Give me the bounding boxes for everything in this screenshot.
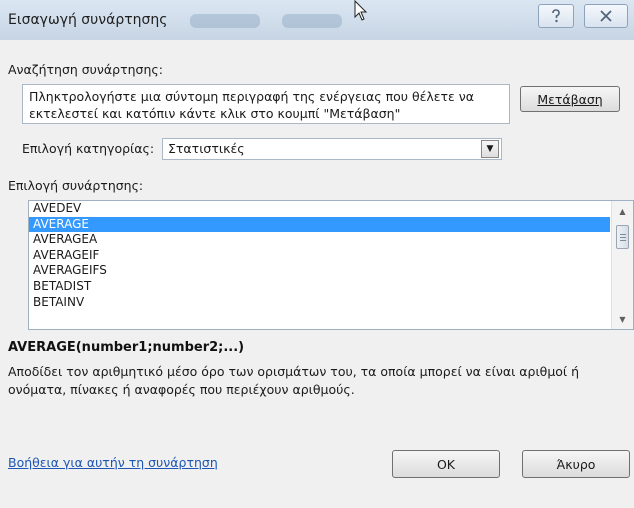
function-list-item[interactable]: AVERAGEIFS <box>29 263 610 279</box>
scroll-up-arrow-icon[interactable]: ▲ <box>612 203 633 219</box>
dialog-title: Εισαγωγή συνάρτησης <box>8 12 168 28</box>
help-button[interactable] <box>538 4 574 28</box>
ok-button[interactable]: OK <box>392 450 500 478</box>
function-description: Αποδίδει τον αριθμητικό μέσο όρο των ορι… <box>8 364 580 397</box>
category-selected-value: Στατιστικές <box>168 141 245 156</box>
title-blur <box>282 14 342 28</box>
title-bar: Εισαγωγή συνάρτησης <box>0 0 634 40</box>
function-listbox[interactable]: AVEDEV AVERAGE AVERAGEA AVERAGEIF AVERAGEIFS… <box>28 200 634 330</box>
dropdown-arrow-icon[interactable]: ▼ <box>481 140 499 158</box>
close-button[interactable] <box>584 4 628 28</box>
function-list-item[interactable]: AVERAGE <box>29 216 610 233</box>
function-list-item[interactable]: AVERAGEA <box>29 232 610 248</box>
function-list-label: Επιλογή συνάρτησης: <box>8 178 144 193</box>
function-list-item[interactable]: AVEDEV <box>29 201 610 217</box>
mouse-cursor-icon <box>354 0 368 21</box>
scrollbar[interactable]: ▲ ▼ <box>611 201 633 329</box>
search-label: Αναζήτηση συνάρτησης: <box>8 62 163 77</box>
function-list-item[interactable]: BETADIST <box>29 279 610 295</box>
go-button-label: Μετάβαση <box>537 91 603 107</box>
scroll-down-arrow-icon[interactable]: ▼ <box>612 311 633 327</box>
category-label: Επιλογή κατηγορίας: <box>22 141 155 156</box>
search-input[interactable]: Πληκτρολογήστε μια σύντομη περιγραφή της… <box>22 84 510 124</box>
function-signature: AVERAGE(number1;number2;...) <box>8 340 245 355</box>
close-icon <box>600 10 612 22</box>
scrollbar-thumb[interactable] <box>616 225 629 249</box>
function-list-item[interactable]: AVERAGEIF <box>29 248 610 264</box>
category-select[interactable]: Στατιστικές ▼ <box>162 138 502 160</box>
cancel-button[interactable]: Άκυρο <box>522 450 630 478</box>
question-mark-icon <box>552 9 560 23</box>
function-list-item[interactable]: BETAINV <box>29 295 610 311</box>
title-blur <box>190 14 260 28</box>
go-button[interactable]: Μετάβαση <box>520 86 620 112</box>
help-link[interactable]: Βοήθεια για αυτήν τη συνάρτηση <box>8 455 218 470</box>
